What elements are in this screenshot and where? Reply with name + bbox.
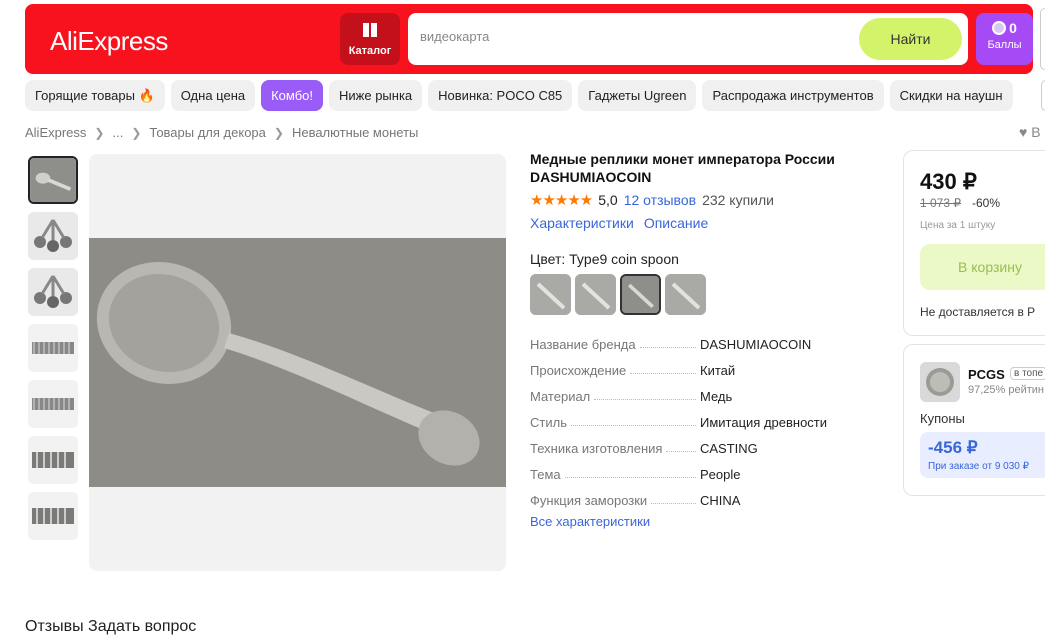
book-icon <box>363 23 377 37</box>
product-links: Характеристики Описание <box>530 215 708 231</box>
thumbnail-spoon-set-2[interactable] <box>28 268 78 316</box>
tag-poco[interactable]: Новинка: POCO C85 <box>428 80 573 111</box>
thumbnail-list <box>28 156 78 548</box>
search-button[interactable]: Найти <box>859 18 962 60</box>
tag-tools-sale[interactable]: Распродажа инструментов <box>702 80 884 111</box>
breadcrumb-home[interactable]: AliExpress <box>25 125 86 140</box>
specs-table: Название бренда DASHUMIAOCOIN Происхожден… <box>530 331 860 513</box>
breadcrumb-ellipsis[interactable]: ... <box>112 125 123 140</box>
header-bar: AliExpress Каталог Найти 0 Баллы <box>25 4 1033 74</box>
spoon-photo <box>89 238 506 487</box>
spec-row: Стиль Имитация древности <box>530 409 860 435</box>
points-count: 0 <box>1009 20 1017 36</box>
bottom-tabs[interactable]: Отзывы Задать вопрос <box>25 618 196 636</box>
thumbnail-spoon-row-1[interactable] <box>28 324 78 372</box>
bought-count: 232 купили <box>702 192 774 208</box>
seller-card: PCGS в топе 97,25% рейтин Купоны -456 ₽ … <box>903 344 1045 496</box>
delivery-note: Не доставляется в Р <box>920 305 1036 319</box>
spec-row: Происхождение Китай <box>530 357 860 383</box>
spec-value: People <box>700 466 741 482</box>
spec-row: Тема People <box>530 461 860 487</box>
breadcrumb-coins[interactable]: Невалютные монеты <box>292 125 418 140</box>
search-input[interactable] <box>420 29 840 44</box>
spec-value: Медь <box>700 388 733 404</box>
chevron-right-icon: ❯ <box>273 125 284 140</box>
favorite-button[interactable]: ♥ В <box>1019 124 1041 140</box>
spec-value: CHINA <box>700 492 741 508</box>
thumbnail-spoon-row-2[interactable] <box>28 380 78 428</box>
color-swatches <box>530 274 706 315</box>
points-button[interactable]: 0 Баллы <box>976 13 1033 65</box>
seller-avatar[interactable] <box>920 362 960 402</box>
thumbnail-spoon-set-1[interactable] <box>28 212 78 260</box>
spec-row: Функция заморозки CHINA <box>530 487 860 513</box>
chevron-right-icon: ❯ <box>131 125 142 140</box>
coin-icon <box>992 21 1007 35</box>
discount-badge: -60% <box>972 196 1001 210</box>
spec-key: Функция заморозки <box>530 492 648 508</box>
color-label: Цвет: Type9 coin spoon <box>530 251 679 267</box>
tag-hot[interactable]: Горящие товары 🔥 <box>25 80 165 111</box>
spec-key: Тема <box>530 466 561 482</box>
main-product-image[interactable] <box>89 154 506 571</box>
spec-key: Стиль <box>530 414 567 430</box>
coupons-label: Купоны <box>920 411 965 426</box>
seller-name[interactable]: PCGS <box>968 367 1005 382</box>
spec-value: Китай <box>700 362 736 378</box>
catalog-button[interactable]: Каталог <box>340 13 400 65</box>
unit-price-note: Цена за 1 штуку <box>920 220 996 231</box>
reviews-link[interactable]: 12 отзывов <box>624 192 696 208</box>
product-title: Медные реплики монет императора России D… <box>530 151 835 185</box>
promo-tags: Горящие товары 🔥 Одна цена Комбо! Ниже р… <box>25 80 1013 112</box>
spec-value: DASHUMIAOCOIN <box>700 336 812 352</box>
swatch-option-2[interactable] <box>575 274 616 315</box>
breadcrumb-decor[interactable]: Товары для декора <box>149 125 266 140</box>
spec-value: Имитация древности <box>700 414 828 430</box>
header-edge-button[interactable] <box>1040 8 1045 70</box>
tag-headphones[interactable]: Скидки на наушн <box>889 80 1013 111</box>
aliexpress-logo[interactable]: AliExpress <box>50 26 168 57</box>
swatch-option-4[interactable] <box>665 274 706 315</box>
thumbnail-spoon[interactable] <box>28 156 78 204</box>
catalog-label: Каталог <box>348 45 392 57</box>
swatch-option-1[interactable] <box>530 274 571 315</box>
spec-row: Техника изготовления CASTING <box>530 435 860 461</box>
price: 430 ₽ <box>920 169 977 194</box>
spec-key: Происхождение <box>530 362 627 378</box>
points-label: Баллы <box>987 39 1022 51</box>
spec-value: CASTING <box>700 440 758 456</box>
coupon-condition: При заказе от 9 030 ₽ <box>928 461 1029 472</box>
seller-badge: в топе <box>1010 367 1045 380</box>
specs-link[interactable]: Характеристики <box>530 215 634 231</box>
rating-row: ★★★★★ 5,0 12 отзывов 232 купили <box>530 191 774 209</box>
all-specs-link[interactable]: Все характеристики <box>530 514 650 529</box>
search-box: Найти <box>408 13 968 65</box>
spec-key: Техника изготовления <box>530 440 663 456</box>
spec-key: Название бренда <box>530 336 636 352</box>
description-link[interactable]: Описание <box>644 215 708 231</box>
tag-below-market[interactable]: Ниже рынка <box>329 80 423 111</box>
coupon-card[interactable]: -456 ₽ При заказе от 9 030 ₽ <box>920 432 1045 478</box>
spec-key: Материал <box>530 388 591 404</box>
rating-value: 5,0 <box>598 192 618 208</box>
thumbnail-spoon-row-4[interactable] <box>28 492 78 540</box>
chevron-right-icon: ❯ <box>94 125 105 140</box>
breadcrumb: AliExpress ❯ ... ❯ Товары для декора ❯ Н… <box>25 125 418 140</box>
thumbnail-spoon-row-3[interactable] <box>28 436 78 484</box>
old-price: 1 073 ₽ <box>920 196 961 210</box>
swatch-option-3[interactable] <box>620 274 661 315</box>
seller-rating: 97,25% рейтин <box>968 384 1045 396</box>
coupon-value: -456 ₽ <box>928 438 978 457</box>
star-rating-icon: ★★★★★ <box>530 192 593 209</box>
spec-row: Материал Медь <box>530 383 860 409</box>
tags-scroll-button[interactable] <box>1041 80 1045 111</box>
tag-one-price[interactable]: Одна цена <box>170 80 256 111</box>
add-to-cart-button[interactable]: В корзину <box>920 244 1045 290</box>
tag-combo[interactable]: Комбо! <box>261 80 323 111</box>
spec-row: Название бренда DASHUMIAOCOIN <box>530 331 860 357</box>
buy-card: 430 ₽ 1 073 ₽ -60% Цена за 1 штуку В кор… <box>903 150 1045 336</box>
tag-ugreen[interactable]: Гаджеты Ugreen <box>578 80 697 111</box>
